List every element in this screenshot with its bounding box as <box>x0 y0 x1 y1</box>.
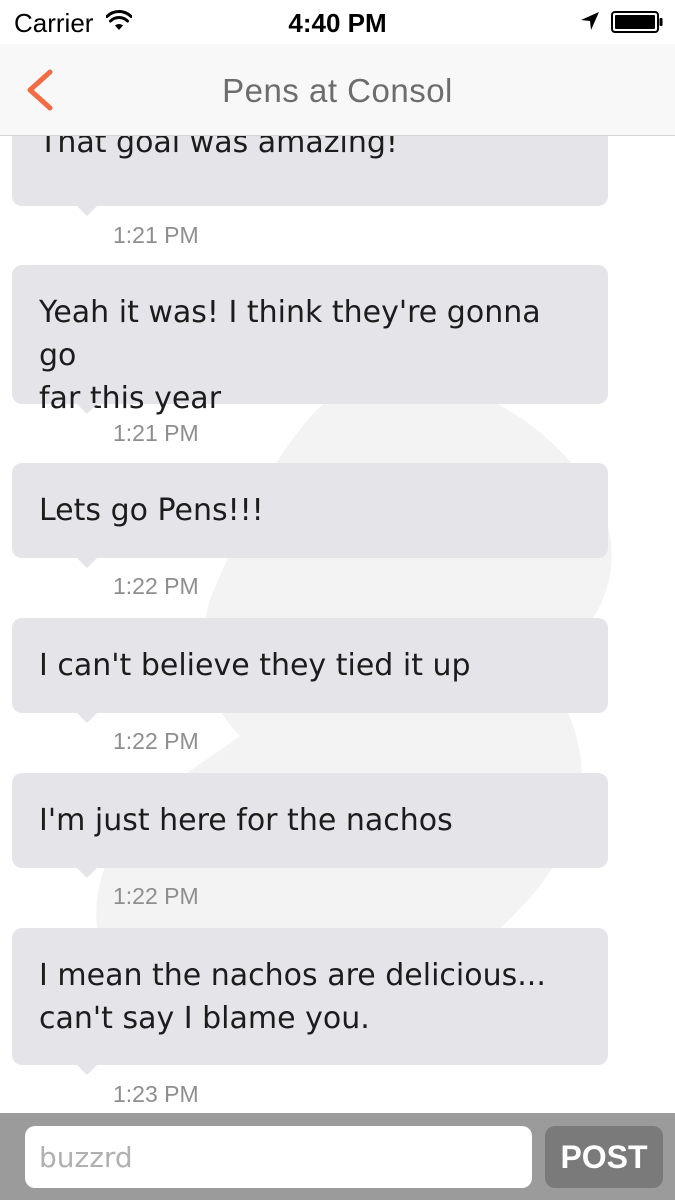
message-bubble: I mean the nachos are delicious... can't… <box>12 928 608 1075</box>
bubble-tail <box>76 1064 98 1075</box>
location-arrow-icon <box>581 12 599 30</box>
message-input[interactable] <box>25 1126 532 1188</box>
bubble-tail <box>76 403 98 414</box>
message-text: That goal was amazing! <box>39 136 398 160</box>
message-list[interactable]: That goal was amazing! 1:21 PM Yeah it w… <box>0 136 675 1113</box>
message-timestamp: 1:21 PM <box>113 222 199 248</box>
message-text-line: I mean the nachos are delicious... <box>39 958 546 993</box>
message-text-line: can't say I blame you. <box>39 1001 370 1036</box>
message-text-line: far this year <box>39 381 222 416</box>
message-text-line: Lets go Pens!!! <box>39 493 264 528</box>
status-time: 4:40 PM <box>288 8 387 38</box>
message-bubble: I'm just here for the nachos <box>12 773 608 878</box>
message-bubble: I can't believe they tied it up <box>12 618 608 723</box>
bubble-tail <box>76 712 98 723</box>
composer-bar: POST <box>0 1113 675 1200</box>
message-timestamp: 1:22 PM <box>113 573 199 599</box>
message-text-line: I'm just here for the nachos <box>39 803 453 838</box>
message-item: I'm just here for the nachos 1:22 PM <box>12 773 608 909</box>
bubble-tail <box>76 205 98 216</box>
message-item: Yeah it was! I think they're gonna go fa… <box>12 265 608 446</box>
message-item: I can't believe they tied it up 1:22 PM <box>12 618 608 754</box>
bubble-tail <box>76 557 98 568</box>
message-item: That goal was amazing! 1:21 PM <box>12 136 608 248</box>
page-title: Pens at Consol <box>222 72 453 109</box>
message-timestamp: 1:21 PM <box>113 420 199 446</box>
message-bubble: That goal was amazing! <box>12 136 608 216</box>
message-item: I mean the nachos are delicious... can't… <box>12 928 608 1107</box>
status-bar: Carrier 4:40 PM <box>0 0 675 44</box>
bubble-tail <box>76 867 98 878</box>
message-text-line: I can't believe they tied it up <box>39 648 471 683</box>
message-text-line: Yeah it was! I think they're gonna go <box>39 295 541 373</box>
message-item: Lets go Pens!!! 1:22 PM <box>12 463 608 599</box>
message-timestamp: 1:23 PM <box>113 1081 199 1107</box>
post-button[interactable]: POST <box>545 1126 663 1188</box>
message-bubble: Lets go Pens!!! <box>12 463 608 568</box>
message-timestamp: 1:22 PM <box>113 883 199 909</box>
message-bubble: Yeah it was! I think they're gonna go fa… <box>12 265 608 416</box>
navigation-bar: Pens at Consol <box>0 44 675 136</box>
message-timestamp: 1:22 PM <box>113 728 199 754</box>
battery-icon <box>611 11 663 33</box>
